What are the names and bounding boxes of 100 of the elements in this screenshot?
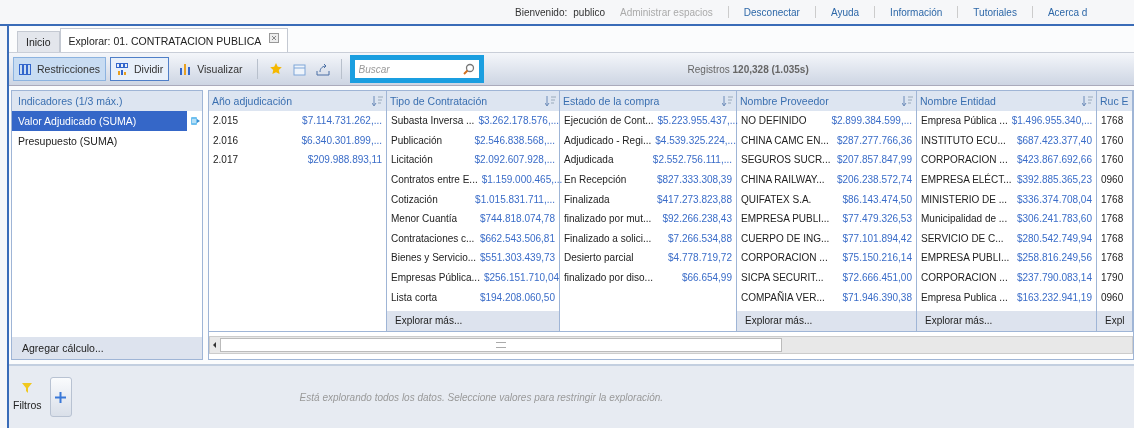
- row-label[interactable]: 1760: [1101, 134, 1124, 146]
- row-label[interactable]: Bienes y Servicio...: [391, 252, 477, 264]
- row-label[interactable]: Municipalidad de ...: [921, 213, 1008, 225]
- row-label[interactable]: CHINA CAMC EN...: [741, 134, 829, 146]
- sort-icon[interactable]: [372, 95, 383, 107]
- row-label[interactable]: Empresa Publica ...: [921, 291, 1008, 303]
- row-value: $827.333.308,39: [656, 174, 732, 186]
- header-link[interactable]: Acerca d: [1038, 6, 1097, 18]
- row-value: $207.857.847,99: [836, 154, 912, 166]
- row-label[interactable]: EMPRESA PUBLI...: [921, 252, 1010, 264]
- row-label[interactable]: INSTITUTO ECU...: [921, 134, 1006, 146]
- star-icon[interactable]: [268, 62, 283, 76]
- column-header[interactable]: Tipo de Contratación: [387, 91, 559, 111]
- row-value: $1.159.000.465,...: [481, 174, 563, 186]
- calendar-icon[interactable]: [292, 62, 306, 76]
- row-value: $687.423.377,40: [1016, 134, 1092, 146]
- header-link[interactable]: Ayuda: [821, 6, 869, 18]
- row-label[interactable]: En Recepción: [564, 174, 627, 186]
- row-value: $66.654,99: [681, 272, 732, 284]
- row-label[interactable]: 1768: [1101, 193, 1124, 205]
- header-link[interactable]: Desconectar: [734, 6, 809, 18]
- row-label[interactable]: Empresa Pública ...: [921, 115, 1008, 127]
- row-label[interactable]: Publicación: [391, 134, 443, 146]
- sort-icon[interactable]: [545, 95, 556, 107]
- row-label[interactable]: Subasta Inversa ...: [391, 115, 475, 127]
- row-value: $3.262.178.576,...: [478, 115, 559, 127]
- row-label[interactable]: finalizado por diso...: [564, 272, 653, 284]
- row-label[interactable]: CORPORACION ...: [741, 252, 828, 264]
- row-label[interactable]: COMPAÑIA VER...: [741, 291, 825, 303]
- row-label[interactable]: NO DEFINIDO: [741, 115, 807, 127]
- row-label[interactable]: Contrataciones c...: [391, 232, 475, 244]
- close-icon[interactable]: [269, 32, 280, 43]
- row-label[interactable]: 1790: [1101, 272, 1124, 284]
- row-label[interactable]: CUERPO DE ING...: [741, 232, 830, 244]
- row-label[interactable]: 0960: [1101, 174, 1124, 186]
- explore-more-button[interactable]: Expl: [1097, 311, 1132, 331]
- handle-icon[interactable]: [191, 114, 200, 128]
- column-header[interactable]: Nombre Proveedor: [737, 91, 916, 111]
- row-label[interactable]: 1768: [1101, 232, 1124, 244]
- row-value: $258.816.249,56: [1016, 252, 1092, 264]
- horizontal-scrollbar[interactable]: [209, 336, 1133, 354]
- row-label[interactable]: 2.016: [213, 134, 239, 146]
- row-label[interactable]: SEGUROS SUCR...: [741, 154, 831, 166]
- row-label[interactable]: Finalizado a solici...: [564, 232, 652, 244]
- row-label[interactable]: Adjudicada: [564, 154, 614, 166]
- row-label[interactable]: Licitación: [391, 154, 433, 166]
- row-label[interactable]: QUIFATEX S.A.: [741, 193, 812, 205]
- row-label[interactable]: Cotización: [391, 193, 438, 205]
- explore-more-button[interactable]: Explorar más...: [917, 311, 1096, 331]
- search-field[interactable]: Buscar: [349, 55, 484, 83]
- row-value: $7.266.534,88: [668, 232, 732, 244]
- indicator-item[interactable]: Presupuesto (SUMA): [12, 131, 202, 151]
- row-label[interactable]: CORPORACION ...: [921, 154, 1008, 166]
- row-label[interactable]: Empresas Pública...: [391, 272, 480, 284]
- row-label[interactable]: 2.015: [213, 115, 239, 127]
- sort-icon[interactable]: [722, 95, 733, 107]
- row-label[interactable]: 1760: [1101, 154, 1124, 166]
- row-label[interactable]: Lista corta: [391, 291, 438, 303]
- row-label[interactable]: Contratos entre E...: [391, 174, 478, 186]
- add-calculation-button[interactable]: Agregar cálculo...: [12, 337, 202, 359]
- row-label[interactable]: Ejecución de Cont...: [564, 115, 654, 127]
- row-label[interactable]: CHINA RAILWAY...: [741, 174, 825, 186]
- row-label[interactable]: finalizado por mut...: [564, 213, 652, 225]
- row-label[interactable]: EMPRESA PUBLI...: [741, 213, 830, 225]
- row-label[interactable]: Finalizada: [564, 193, 610, 205]
- filters-label: Filtros: [13, 399, 42, 411]
- row-label[interactable]: Desierto parcial: [564, 252, 634, 264]
- column-header[interactable]: Estado de la compra: [560, 91, 736, 111]
- sort-icon[interactable]: [902, 95, 913, 107]
- row-value: $4.778.719,72: [668, 252, 732, 264]
- row-label[interactable]: CORPORACION ...: [921, 272, 1008, 284]
- row-label[interactable]: EMPRESA ELÉCT...: [921, 174, 1012, 186]
- row-label[interactable]: Adjudicado - Regi...: [564, 134, 652, 146]
- row-label[interactable]: 1768: [1101, 115, 1124, 127]
- add-filter-button[interactable]: [49, 377, 72, 417]
- column-header[interactable]: Ruc E: [1097, 91, 1132, 111]
- explore-more-button[interactable]: Explorar más...: [387, 311, 559, 331]
- row-label[interactable]: 2.017: [213, 154, 239, 166]
- search-icon[interactable]: [462, 63, 475, 75]
- row-label[interactable]: SERVICIO DE C...: [921, 232, 1004, 244]
- row-value: $744.818.074,78: [479, 213, 555, 225]
- toolbar-button[interactable]: Visualizar: [173, 57, 249, 81]
- row-label[interactable]: SICPA SECURIT...: [741, 272, 824, 284]
- tab[interactable]: Explorar: 01. CONTRATACION PUBLICA: [59, 28, 289, 52]
- row-label[interactable]: MINISTERIO DE ...: [921, 193, 1008, 205]
- explore-more-button[interactable]: Explorar más...: [737, 311, 916, 331]
- tab[interactable]: Inicio: [17, 31, 60, 52]
- export-icon[interactable]: [315, 62, 330, 76]
- header-link[interactable]: Tutoriales: [964, 6, 1026, 18]
- toolbar-button[interactable]: Restricciones: [13, 57, 107, 81]
- column-header[interactable]: Año adjudicación: [209, 91, 386, 111]
- header-link[interactable]: Información: [881, 6, 952, 18]
- row-label[interactable]: 1768: [1101, 252, 1124, 264]
- row-value: $2.546.838.568,...: [474, 134, 555, 146]
- sort-icon[interactable]: [1082, 95, 1093, 107]
- row-label[interactable]: Menor Cuantía: [391, 213, 458, 225]
- row-label[interactable]: 1768: [1101, 213, 1124, 225]
- column-header[interactable]: Nombre Entidad: [917, 91, 1096, 111]
- toolbar-button[interactable]: Dividir: [110, 57, 170, 81]
- row-label[interactable]: 0960: [1101, 291, 1124, 303]
